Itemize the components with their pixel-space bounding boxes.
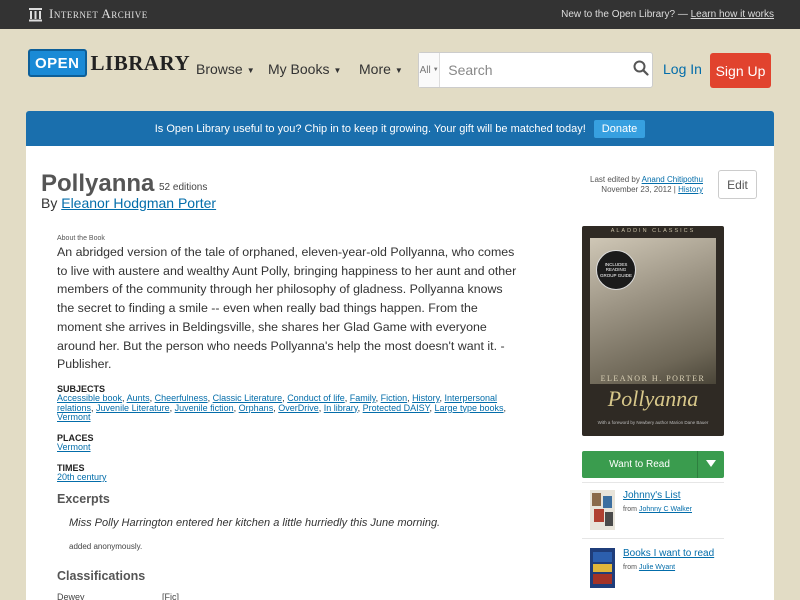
divider (582, 538, 724, 539)
subject-link[interactable]: Family (350, 393, 376, 403)
internet-archive-bar: Internet Archive New to the Open Library… (0, 0, 800, 29)
list-owner-link[interactable]: Julie Wyant (639, 564, 675, 571)
dewey-value: [Fic] (162, 592, 179, 600)
caret-down-icon (706, 459, 716, 470)
list-from-label: from (623, 506, 637, 513)
learn-how-it-works-link[interactable]: Learn how it works (691, 9, 774, 20)
ia-bar-prompt: New to the Open Library? — Learn how it … (561, 9, 774, 20)
site-header: OPEN LIBRARY Browse ▼ My Books ▼ More ▼ All… (0, 29, 800, 109)
list-owner-link[interactable]: Johnny C Walker (639, 506, 692, 513)
by-label: By (41, 195, 58, 211)
caret-down-icon: ▼ (394, 65, 403, 75)
editions-count[interactable]: 52 editions (159, 182, 207, 193)
archive-building-icon (28, 7, 43, 22)
cover-foreword: With a foreword by Newbery author Marion… (597, 420, 709, 425)
subject-link[interactable]: Accessible book (57, 393, 122, 403)
login-link[interactable]: Log In (663, 61, 702, 77)
nav-my-books-label: My Books (268, 61, 330, 77)
logo-open-sign: OPEN (28, 49, 87, 77)
cover-badge: INCLUDES READING GROUP GUIDE (596, 250, 636, 290)
subject-link[interactable]: Large type books (435, 403, 504, 413)
caret-down-icon: ▼ (333, 65, 342, 75)
subject-link[interactable]: Juvenile fiction (175, 403, 234, 413)
byline: By Eleanor Hodgman Porter (41, 195, 216, 211)
donate-message: Is Open Library useful to you? Chip in t… (154, 122, 586, 135)
want-to-read-button[interactable]: Want to Read (582, 459, 697, 470)
search-scope-dropdown[interactable]: All ▼ (419, 53, 441, 87)
history-link[interactable]: History (678, 185, 703, 194)
excerpts-heading: Excerpts (57, 492, 110, 506)
list-thumbnail[interactable] (590, 490, 615, 530)
list-thumbnail[interactable] (590, 548, 615, 588)
subject-link[interactable]: History (412, 393, 439, 403)
cover-series: ALADDIN CLASSICS (610, 228, 696, 234)
cover-title: Pollyanna (607, 386, 699, 411)
last-edited-prefix: Last edited by (590, 175, 640, 184)
divider (582, 482, 724, 483)
cover-author: ELEANOR H. PORTER (600, 374, 706, 383)
subject-link[interactable]: Aunts (127, 393, 150, 403)
search-button[interactable] (629, 53, 652, 87)
book-cover[interactable]: ALADDIN CLASSICS INCLUDES READING GROUP … (582, 226, 724, 436)
internet-archive-logo[interactable]: Internet Archive (28, 6, 148, 22)
time-link[interactable]: 20th century (57, 472, 107, 482)
nav-browse-label: Browse (196, 61, 243, 77)
excerpt-text: Miss Polly Harrington entered her kitche… (69, 517, 441, 529)
subject-link[interactable]: OverDrive (278, 403, 319, 413)
last-edited-date: November 23, 2012 | (601, 185, 676, 194)
book-description: An abridged version of the tale of orpha… (57, 245, 517, 372)
about-the-book-label: About the Book (57, 235, 105, 242)
nav-more[interactable]: More ▼ (359, 61, 403, 77)
list-owner: from Julie Wyant (623, 564, 675, 571)
internet-archive-label: Internet Archive (49, 6, 148, 21)
list-title-link[interactable]: Books I want to read (623, 548, 714, 559)
places-list: Vermont (57, 442, 527, 453)
subject-link[interactable]: In library (324, 403, 358, 413)
list-owner: from Johnny C Walker (623, 506, 692, 513)
subject-link[interactable]: Classic Literature (213, 393, 283, 403)
list-title-link[interactable]: Johnny's List (623, 490, 681, 501)
logo-library-text: LIBRARY (90, 50, 191, 75)
reading-status-dropdown[interactable] (697, 451, 724, 478)
classifications-heading: Classifications (57, 569, 146, 583)
search-input[interactable] (440, 53, 630, 87)
subject-link[interactable]: Conduct of life (287, 393, 345, 403)
caret-down-icon: ▼ (246, 65, 255, 75)
subject-link[interactable]: Vermont (57, 412, 91, 422)
signup-button[interactable]: Sign Up (710, 53, 771, 88)
search-bar: All ▼ (418, 52, 653, 88)
subject-link[interactable]: Orphans (239, 403, 274, 413)
dewey-label: Dewey (57, 592, 85, 600)
subject-link[interactable]: Cheerfulness (155, 393, 208, 403)
last-edited-info: Last edited by Anand Chitipothu November… (590, 175, 703, 195)
subjects-list: Accessible book, Aunts, Cheerfulness, Cl… (57, 393, 507, 422)
search-icon (633, 60, 649, 81)
edit-button[interactable]: Edit (718, 170, 757, 199)
place-link[interactable]: Vermont (57, 442, 91, 452)
nav-my-books[interactable]: My Books ▼ (268, 61, 341, 77)
nav-browse[interactable]: Browse ▼ (196, 61, 255, 77)
author-link[interactable]: Eleanor Hodgman Porter (61, 195, 216, 211)
caret-down-icon: ▼ (432, 67, 439, 73)
subject-link[interactable]: Protected DAISY (363, 403, 430, 413)
new-to-open-library-text: New to the Open Library? — (561, 9, 688, 20)
donate-button[interactable]: Donate (593, 119, 646, 138)
subject-link[interactable]: Juvenile Literature (96, 403, 170, 413)
times-list: 20th century (57, 472, 527, 483)
book-title: Pollyanna (41, 170, 155, 197)
donate-banner: Is Open Library useful to you? Chip in t… (26, 111, 774, 146)
open-library-logo[interactable]: OPEN LIBRARY (28, 49, 190, 77)
subject-link[interactable]: Fiction (381, 393, 408, 403)
nav-more-label: More (359, 61, 391, 77)
list-from-label: from (623, 564, 637, 571)
last-edited-user-link[interactable]: Anand Chitipothu (642, 175, 703, 184)
excerpt-attribution: added anonymously. (69, 542, 143, 551)
search-scope-label: All (419, 64, 431, 76)
want-to-read-control: Want to Read (582, 451, 724, 478)
